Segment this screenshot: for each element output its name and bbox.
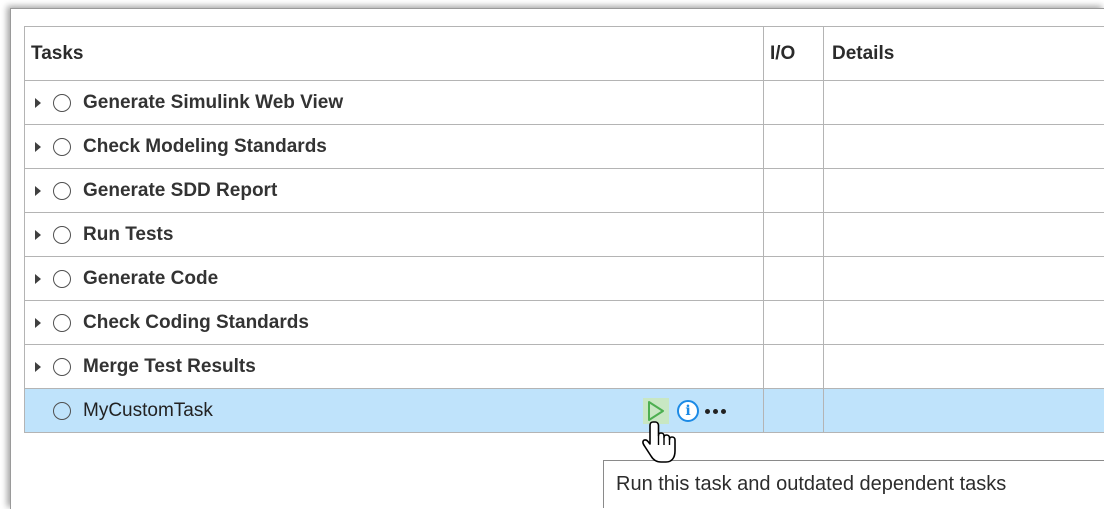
io-column-header[interactable]: I/O <box>764 27 824 80</box>
tasks-column-header[interactable]: Tasks <box>25 27 764 80</box>
io-cell <box>764 125 824 168</box>
io-cell <box>764 81 824 124</box>
status-circle-icon <box>53 313 71 332</box>
task-label: Generate Simulink Web View <box>83 91 344 113</box>
play-icon <box>648 401 664 421</box>
details-cell <box>824 213 1104 256</box>
io-cell <box>764 301 824 344</box>
expand-arrow-icon[interactable] <box>35 229 41 240</box>
details-cell <box>824 301 1104 344</box>
details-cell <box>824 81 1104 124</box>
task-cell: Generate Code <box>25 257 764 300</box>
table-header: Tasks I/O Details <box>25 27 1104 81</box>
task-cell: Run Tests <box>25 213 764 256</box>
details-cell <box>824 257 1104 300</box>
io-cell <box>764 257 824 300</box>
task-label: Check Modeling Standards <box>83 135 327 157</box>
io-cell <box>764 169 824 212</box>
task-cell: Check Coding Standards <box>25 301 764 344</box>
task-row-run-tests[interactable]: Run Tests <box>25 213 1104 257</box>
task-row-check-coding-standards[interactable]: Check Coding Standards <box>25 301 1104 345</box>
expand-arrow-icon[interactable] <box>35 185 41 196</box>
task-cell: Generate Simulink Web View <box>25 81 764 124</box>
io-cell <box>764 213 824 256</box>
io-cell <box>764 389 824 432</box>
task-row-check-modeling-standards[interactable]: Check Modeling Standards <box>25 125 1104 169</box>
expand-arrow-icon[interactable] <box>35 141 41 152</box>
expand-arrow-icon[interactable] <box>35 317 41 328</box>
details-column-header[interactable]: Details <box>824 27 1104 80</box>
task-cell: Merge Test Results <box>25 345 764 388</box>
status-circle-icon <box>53 137 71 156</box>
tasks-table: Tasks I/O Details Generate Simulink Web … <box>24 26 1104 433</box>
task-label: MyCustomTask <box>83 399 213 421</box>
task-label: Check Coding Standards <box>83 311 309 333</box>
more-icon <box>705 408 710 414</box>
io-cell <box>764 345 824 388</box>
task-row-generate-sdd-report[interactable]: Generate SDD Report <box>25 169 1104 213</box>
expand-arrow-icon[interactable] <box>35 97 41 108</box>
more-options-button[interactable] <box>705 408 729 414</box>
task-cell: Generate SDD Report <box>25 169 764 212</box>
details-cell <box>824 389 1104 432</box>
task-label: Merge Test Results <box>83 355 256 377</box>
status-circle-icon <box>53 357 71 376</box>
expand-arrow-icon[interactable] <box>35 273 41 284</box>
task-cell: Check Modeling Standards <box>25 125 764 168</box>
details-cell <box>824 125 1104 168</box>
task-row-generate-code[interactable]: Generate Code <box>25 257 1104 301</box>
hand-pointer-cursor-icon <box>642 421 676 463</box>
details-cell <box>824 169 1104 212</box>
task-label: Generate SDD Report <box>83 179 278 201</box>
status-circle-icon <box>53 225 71 244</box>
info-icon: i <box>685 403 691 419</box>
task-row-mycustomtask[interactable]: MyCustomTask i <box>25 389 1104 433</box>
task-label: Run Tests <box>83 223 174 245</box>
info-button[interactable]: i <box>677 400 699 422</box>
status-circle-icon <box>53 181 71 200</box>
expand-arrow-icon[interactable] <box>35 361 41 372</box>
task-row-merge-test-results[interactable]: Merge Test Results <box>25 345 1104 389</box>
details-cell <box>824 345 1104 388</box>
task-row-generate-simulink-web-view[interactable]: Generate Simulink Web View <box>25 81 1104 125</box>
status-circle-icon <box>53 93 71 112</box>
status-circle-icon <box>53 401 71 420</box>
task-label: Generate Code <box>83 267 219 289</box>
status-circle-icon <box>53 269 71 288</box>
